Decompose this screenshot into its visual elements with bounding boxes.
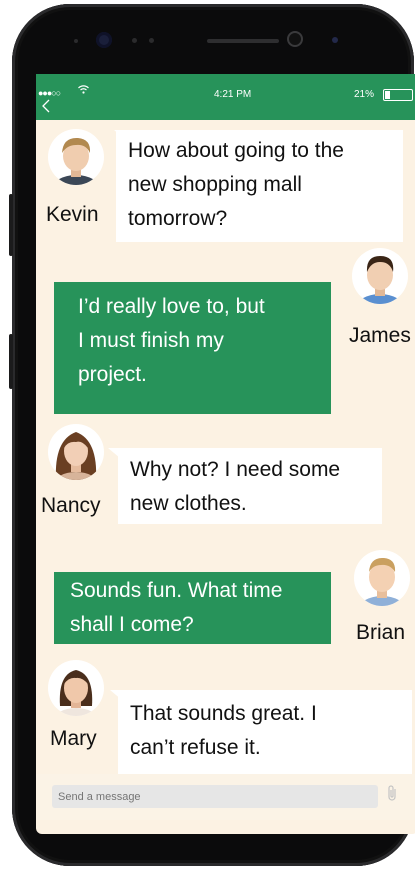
back-chevron-icon[interactable] bbox=[42, 99, 50, 117]
message-bubble[interactable]: Why not? I need some new clothes. bbox=[118, 448, 382, 524]
message-line: project. bbox=[78, 363, 147, 386]
sender-name: Kevin bbox=[46, 203, 99, 226]
message-line: can’t refuse it. bbox=[130, 736, 261, 759]
chat-screen: ●●●○○ 4:21 PM 21% Kevin How about going … bbox=[36, 74, 415, 834]
volume-button bbox=[9, 194, 13, 256]
sensor-dot bbox=[332, 37, 338, 43]
avatar-james bbox=[352, 248, 408, 304]
message-line: new shopping mall bbox=[128, 173, 302, 196]
composer-bar bbox=[36, 774, 415, 820]
message-bubble[interactable]: How about going to the new shopping mall… bbox=[116, 130, 403, 242]
sensor-bar bbox=[12, 4, 414, 74]
battery-icon bbox=[383, 89, 413, 101]
message-bubble[interactable]: I’d really love to, but I must finish my… bbox=[54, 282, 331, 414]
avatar-brian bbox=[354, 550, 410, 606]
message-line: Sounds fun. What time bbox=[70, 579, 283, 602]
phone-frame: ●●●○○ 4:21 PM 21% Kevin How about going … bbox=[9, 4, 415, 866]
message-line: How about going to the bbox=[128, 139, 344, 162]
message-bubble[interactable]: That sounds great. I can’t refuse it. bbox=[118, 690, 412, 774]
message-line: That sounds great. I bbox=[130, 702, 317, 725]
sender-name: Mary bbox=[50, 727, 97, 750]
avatar-kevin bbox=[48, 129, 104, 185]
iris-scanner bbox=[96, 32, 112, 48]
message-bubble[interactable]: Sounds fun. What time shall I come? bbox=[54, 572, 331, 644]
message-line: I must finish my bbox=[78, 329, 224, 352]
wifi-icon bbox=[78, 85, 89, 97]
power-button bbox=[9, 334, 13, 389]
message-line: new clothes. bbox=[130, 492, 247, 515]
status-bar: ●●●○○ 4:21 PM 21% bbox=[36, 74, 415, 120]
sensor-dot bbox=[149, 38, 154, 43]
message-input[interactable] bbox=[52, 785, 378, 808]
message-line: I’d really love to, but bbox=[78, 295, 265, 318]
sensor-dot bbox=[132, 38, 137, 43]
sensor-dot bbox=[74, 39, 78, 43]
message-line: tomorrow? bbox=[128, 207, 228, 230]
sender-name: Brian bbox=[356, 621, 406, 644]
paperclip-icon[interactable] bbox=[386, 784, 398, 807]
message-line: shall I come? bbox=[70, 613, 194, 636]
status-time: 4:21 PM bbox=[214, 89, 252, 100]
avatar-nancy bbox=[48, 424, 104, 480]
battery-percent: 21% bbox=[354, 89, 375, 100]
signal-indicator: ●●●○○ bbox=[38, 88, 61, 98]
earpiece-speaker bbox=[207, 39, 279, 43]
message-line: Why not? I need some bbox=[130, 458, 341, 481]
battery-fill bbox=[385, 91, 390, 99]
sender-name: James bbox=[349, 324, 411, 347]
sender-name: Nancy bbox=[41, 494, 101, 517]
front-camera bbox=[287, 31, 303, 47]
avatar-mary bbox=[48, 660, 104, 716]
